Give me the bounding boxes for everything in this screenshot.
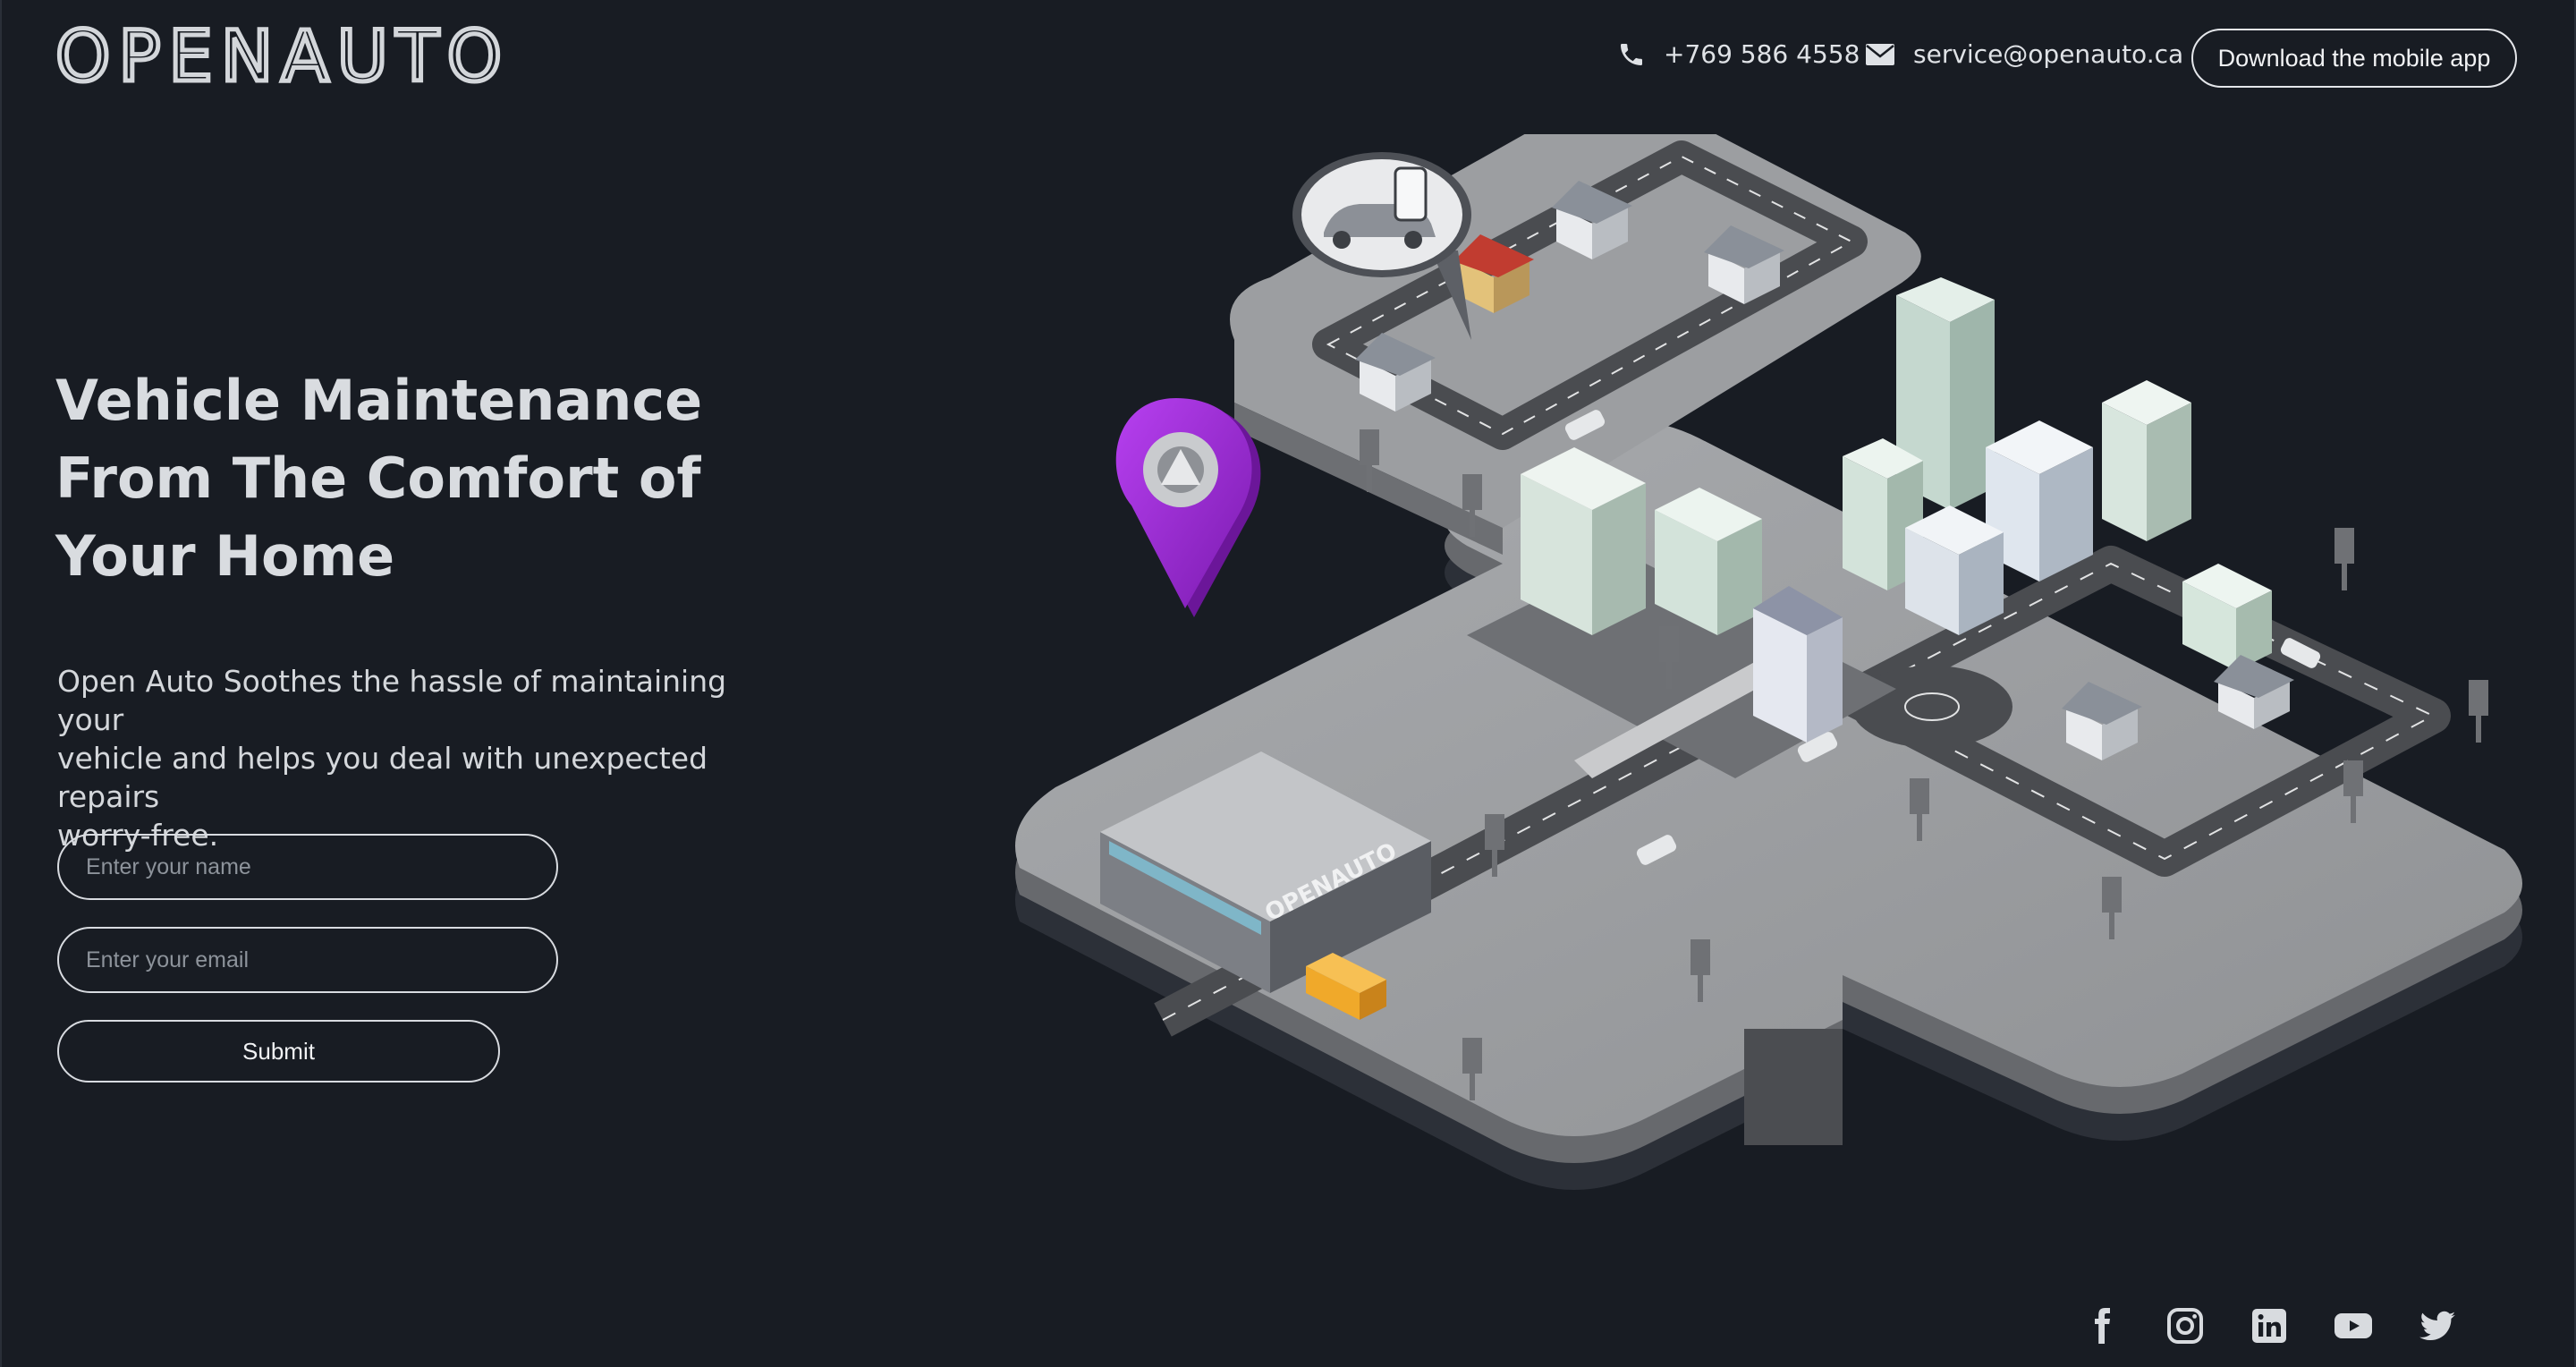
hero-description: Open Auto Soothes the hassle of maintain… xyxy=(57,662,773,854)
openauto-logo[interactable]: OPENAUTO xyxy=(55,20,512,91)
phone-icon xyxy=(1621,43,1642,65)
twitter-link[interactable] xyxy=(2416,1304,2459,1347)
name-input[interactable] xyxy=(57,834,558,900)
facebook-link[interactable] xyxy=(2080,1304,2123,1347)
description-line-2: vehicle and helps you deal with unexpect… xyxy=(57,741,708,814)
twitter-icon xyxy=(2419,1311,2455,1341)
youtube-link[interactable] xyxy=(2332,1304,2375,1347)
headline-line-1: Vehicle Maintenance xyxy=(55,368,703,433)
download-app-button[interactable]: Download the mobile app xyxy=(2191,29,2517,88)
facebook-icon xyxy=(2095,1308,2110,1344)
logo-wordmark: OPENAUTO xyxy=(55,20,507,91)
email-address: service@openauto.ca xyxy=(1913,39,2184,69)
envelope-icon xyxy=(1866,43,1894,65)
description-line-1: Open Auto Soothes the hassle of maintain… xyxy=(57,664,727,737)
youtube-icon xyxy=(2334,1313,2372,1338)
instagram-link[interactable] xyxy=(2164,1304,2207,1347)
phone-contact[interactable]: +769 586 4558 xyxy=(1617,39,1860,69)
headline-line-2: From The Comfort of xyxy=(55,446,701,511)
location-pin xyxy=(1115,398,1261,617)
roundabout xyxy=(1852,666,2012,748)
linkedin-link[interactable] xyxy=(2248,1304,2291,1347)
city-illustration: OPENAUTO xyxy=(1015,134,2522,1190)
email-input[interactable] xyxy=(57,927,558,993)
phone-number: +769 586 4558 xyxy=(1664,39,1860,69)
linkedin-icon xyxy=(2252,1309,2286,1343)
ravine-wall xyxy=(1744,1029,1843,1145)
email-contact[interactable]: service@openauto.ca xyxy=(1865,39,2183,69)
instagram-icon xyxy=(2167,1308,2203,1344)
social-links xyxy=(2080,1304,2500,1347)
headline-line-3: Your Home xyxy=(55,523,395,589)
page-title: Vehicle Maintenance From The Comfort of … xyxy=(55,361,771,595)
submit-button[interactable]: Submit xyxy=(57,1020,500,1083)
